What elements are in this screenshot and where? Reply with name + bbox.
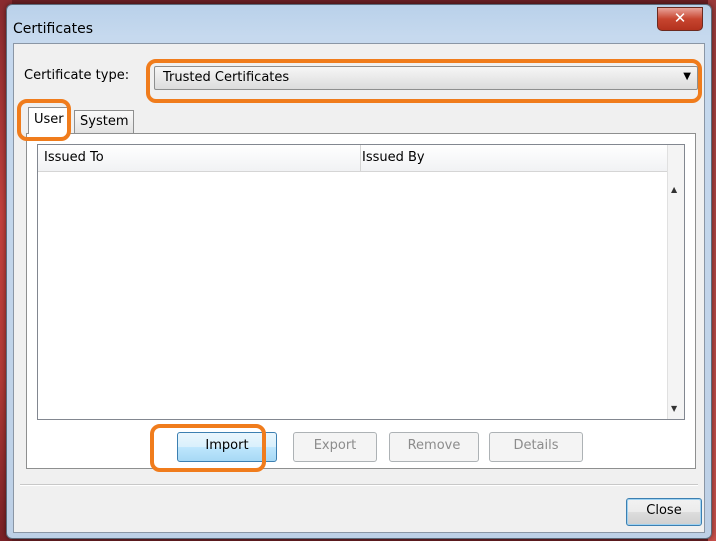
import-button[interactable]: Import bbox=[177, 432, 277, 462]
dialog-title: Certificates bbox=[13, 21, 94, 37]
chevron-down-icon: ▼ bbox=[683, 71, 691, 82]
tab-panel-user: Issued To Issued By ▲ ▼ Import Export Re… bbox=[26, 133, 696, 469]
close-button[interactable]: Close bbox=[626, 498, 702, 526]
certificate-list[interactable]: Issued To Issued By ▲ ▼ bbox=[37, 144, 685, 420]
vertical-scrollbar[interactable]: ▲ ▼ bbox=[667, 145, 684, 419]
certificate-type-label: Certificate type: bbox=[24, 68, 130, 83]
tab-system-label: System bbox=[80, 114, 129, 129]
certificate-type-value: Trusted Certificates bbox=[163, 70, 290, 85]
list-header: Issued To Issued By bbox=[38, 145, 668, 172]
remove-button[interactable]: Remove bbox=[389, 432, 479, 462]
certificates-dialog: Certificates ✕ Certificate type: Trusted… bbox=[6, 4, 712, 539]
close-icon: ✕ bbox=[673, 9, 687, 27]
title-bar: Certificates ✕ bbox=[7, 5, 711, 45]
export-button[interactable]: Export bbox=[293, 432, 377, 462]
tab-system[interactable]: System bbox=[74, 110, 135, 133]
scroll-up-icon[interactable]: ▲ bbox=[671, 185, 677, 194]
scroll-down-icon[interactable]: ▼ bbox=[671, 404, 677, 413]
certificate-type-select[interactable]: Trusted Certificates ▼ bbox=[154, 66, 698, 90]
column-header-issued-by[interactable]: Issued By bbox=[356, 145, 662, 171]
column-header-issued-to[interactable]: Issued To bbox=[38, 145, 361, 171]
divider bbox=[20, 484, 698, 486]
tab-user-label: User bbox=[34, 112, 64, 127]
dialog-body: Certificate type: Trusted Certificates ▼… bbox=[13, 43, 705, 533]
details-button[interactable]: Details bbox=[489, 432, 583, 462]
tab-user[interactable]: User bbox=[28, 107, 70, 134]
close-window-button[interactable]: ✕ bbox=[657, 7, 703, 31]
